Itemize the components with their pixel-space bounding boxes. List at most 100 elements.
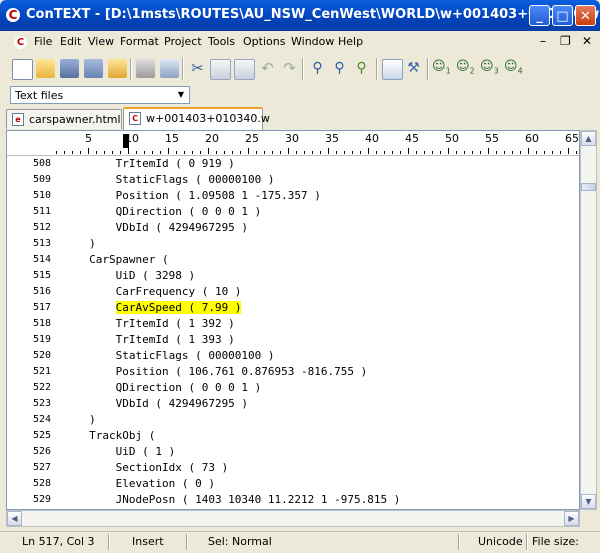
code-text: TrItemId ( 0 919 ) (56, 157, 235, 170)
mdi-restore-icon[interactable]: ❐ (560, 34, 571, 48)
copy-icon[interactable] (210, 59, 231, 80)
code-line[interactable]: 508 TrItemId ( 0 919 ) (7, 155, 579, 171)
app-icon[interactable]: C (6, 8, 20, 22)
menu-window[interactable]: Window (291, 35, 334, 48)
open-folder-icon[interactable] (36, 59, 55, 78)
code-line[interactable]: 512 VDbId ( 4294967295 ) (7, 219, 579, 235)
open-project-icon[interactable] (108, 59, 127, 78)
menu-project[interactable]: Project (164, 35, 202, 48)
chevron-down-icon[interactable]: ▼ (174, 88, 188, 102)
scroll-right-button[interactable]: ▶ (564, 511, 579, 526)
code-text: StaticFlags ( 00000100 ) (56, 349, 275, 362)
menu-help[interactable]: Help (338, 35, 363, 48)
line-number: 527 (32, 462, 51, 473)
code-line[interactable]: 520 StaticFlags ( 00000100 ) (7, 347, 579, 363)
line-number: 524 (32, 414, 51, 425)
menu-edit[interactable]: Edit (60, 35, 81, 48)
minimize-button[interactable]: _ (529, 5, 550, 26)
paste-icon[interactable] (234, 59, 255, 80)
ruler-tick (576, 151, 577, 154)
line-number: 529 (32, 494, 51, 505)
menu-options[interactable]: Options (243, 35, 285, 48)
code-text: UiD ( 3298 ) (56, 269, 196, 282)
close-button[interactable]: ✕ (575, 5, 596, 26)
ruler-label: 25 (245, 132, 259, 145)
text-file-icon: C (129, 112, 141, 125)
mdi-minimize-icon[interactable]: – (540, 34, 546, 48)
code-line[interactable]: 518 TrItemId ( 1 392 ) (7, 315, 579, 331)
redo-icon[interactable]: ↷ (280, 59, 299, 78)
code-line[interactable]: 514 CarSpawner ( (7, 251, 579, 267)
editor-pane[interactable]: 5 10 15 20 25 30 35 40 45 50 55 60 65 508 TrItemId (… (6, 130, 580, 510)
code-line[interactable]: 524 ) (7, 411, 579, 427)
scroll-up-button[interactable]: ▲ (581, 131, 596, 146)
ruler-tick (448, 148, 449, 154)
tab-carspawner[interactable]: e carspawner.html * (6, 109, 130, 129)
vertical-scroll-thumb[interactable] (581, 183, 596, 191)
replace-icon[interactable]: ⚲ (352, 59, 371, 78)
user-command-3-icon[interactable]: ☺3 (480, 59, 502, 78)
menu-format[interactable]: Format (120, 35, 159, 48)
ruler-tick (272, 151, 273, 154)
code-line[interactable]: 525 TrackObj ( (7, 427, 579, 443)
document-properties-icon[interactable] (382, 59, 403, 80)
code-text: Position ( 1.09508 1 -175.357 ) (56, 189, 321, 202)
undo-icon[interactable]: ↶ (258, 59, 277, 78)
save-all-icon[interactable] (84, 59, 103, 78)
code-line[interactable]: 523 VDbId ( 4294967295 ) (7, 395, 579, 411)
line-number: 519 (32, 334, 51, 345)
ruler-tick (472, 151, 473, 154)
code-line[interactable]: 513 ) (7, 235, 579, 251)
code-line[interactable]: 527 SectionIdx ( 73 ) (7, 459, 579, 475)
scroll-down-button[interactable]: ▼ (581, 494, 596, 509)
print-preview-icon[interactable] (160, 59, 179, 78)
print-icon[interactable] (136, 59, 155, 78)
code-lines[interactable]: 508 TrItemId ( 0 919 ) 509 StaticFlags ( … (7, 155, 579, 507)
ruler-tick (264, 151, 265, 154)
user-command-2-icon[interactable]: ☺2 (456, 59, 478, 78)
tab-world-file[interactable]: C w+001403+010340.w (123, 107, 270, 130)
ruler-tick (280, 151, 281, 154)
code-text: TrItemId ( 1 392 ) (56, 317, 235, 330)
menu-tools[interactable]: Tools (208, 35, 235, 48)
user-command-4-icon[interactable]: ☺4 (504, 59, 526, 78)
cut-icon[interactable]: ✂ (188, 59, 207, 78)
code-line[interactable]: 521 Position ( 106.761 0.876953 -816.755… (7, 363, 579, 379)
doc-app-icon[interactable]: C (14, 36, 27, 49)
menu-file[interactable]: File (34, 35, 52, 48)
file-size: File size: (532, 535, 579, 548)
maximize-button[interactable]: □ (552, 5, 573, 26)
window-title: ConTEXT - [D:\1msts\ROUTES\AU_NSW_CenWes… (26, 7, 600, 22)
vertical-scrollbar[interactable]: ▲ ▼ (580, 130, 597, 510)
file-filter-select[interactable]: Text files ▼ (10, 86, 190, 104)
menu-view[interactable]: View (88, 35, 114, 48)
user-command-1-icon[interactable]: ☺1 (432, 59, 454, 78)
code-line[interactable]: 519 TrItemId ( 1 393 ) (7, 331, 579, 347)
code-line[interactable]: 515 UiD ( 3298 ) (7, 267, 579, 283)
new-file-icon[interactable] (12, 59, 33, 80)
find-next-icon[interactable]: ⚲ (330, 59, 349, 78)
code-line[interactable]: 509 StaticFlags ( 00000100 ) (7, 171, 579, 187)
tools-icon[interactable]: ⚒ (404, 59, 423, 78)
horizontal-scrollbar[interactable]: ◀ ▶ (6, 510, 580, 527)
code-line[interactable]: 511 QDirection ( 0 0 0 1 ) (7, 203, 579, 219)
code-text: ) (56, 413, 96, 426)
line-number: 510 (32, 190, 51, 201)
code-line[interactable]: 522 QDirection ( 0 0 0 1 ) (7, 379, 579, 395)
find-icon[interactable]: ⚲ (308, 59, 327, 78)
code-line[interactable]: 516 CarFrequency ( 10 ) (7, 283, 579, 299)
code-line[interactable]: 528 Elevation ( 0 ) (7, 475, 579, 491)
scroll-left-button[interactable]: ◀ (7, 511, 22, 526)
code-line[interactable]: 526 UiD ( 1 ) (7, 443, 579, 459)
ruler-tick (240, 151, 241, 154)
ruler-tick (144, 151, 145, 154)
code-text: CarSpawner ( (56, 253, 169, 266)
mdi-close-icon[interactable]: ✕ (582, 34, 592, 48)
ruler-tick (128, 148, 129, 154)
code-line[interactable]: 517 CarAvSpeed ( 7.99 ) (7, 299, 579, 315)
code-line[interactable]: 529 JNodePosn ( 1403 10340 11.2212 1 -97… (7, 491, 579, 507)
ruler-tick (160, 151, 161, 154)
code-line[interactable]: 510 Position ( 1.09508 1 -175.357 ) (7, 187, 579, 203)
save-icon[interactable] (60, 59, 79, 78)
line-number: 509 (32, 174, 51, 185)
